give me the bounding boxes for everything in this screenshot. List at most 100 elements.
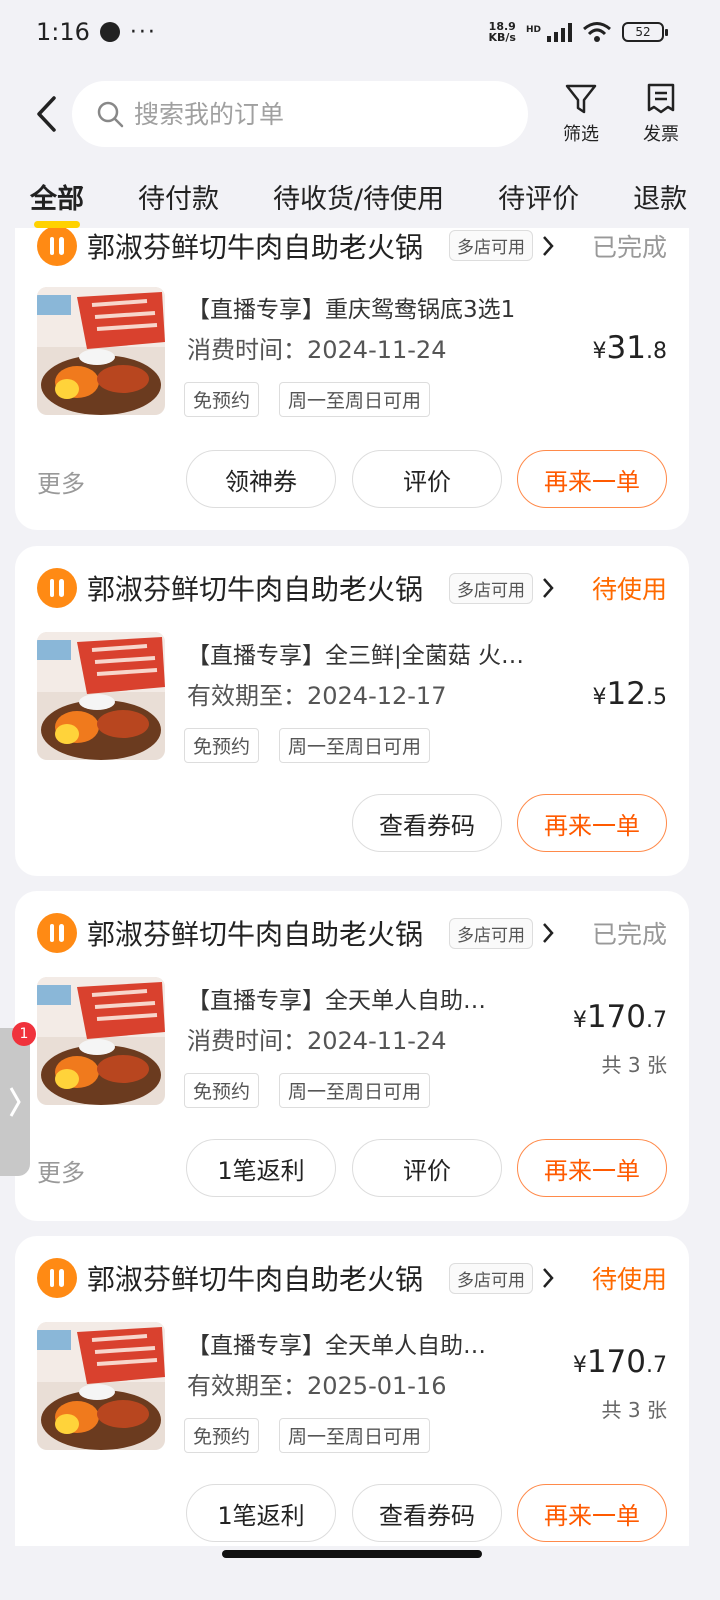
chevron-right-icon[interactable]	[541, 921, 555, 945]
header-actions: 筛选 发票	[542, 82, 696, 146]
ticket-count: 共 3 张	[601, 1053, 667, 1077]
product-meta: 有效期至：2024-12-17	[187, 682, 447, 710]
search-icon	[97, 101, 124, 128]
restaurant-icon	[37, 1258, 77, 1298]
price-symbol: ¥	[592, 339, 607, 364]
status-more-icon: ···	[129, 19, 157, 45]
tab-all[interactable]: 全部	[30, 177, 84, 228]
order-card[interactable]: 郭淑芬鲜切牛肉自助老火锅 多店可用 待使用 【直播专享】全天单人自助… 有效期至…	[15, 1236, 689, 1546]
view-code-button[interactable]: 查看券码	[352, 794, 502, 852]
order-card[interactable]: 郭淑芬鲜切牛肉自助老火锅 多店可用 已完成 【直播专享】全天单人自助… 消费时间…	[15, 891, 689, 1221]
order-status: 待使用	[591, 575, 667, 604]
product-meta: 消费时间：2024-11-24	[187, 336, 447, 364]
status-right: 18.9 KB/s HD 52	[489, 21, 668, 43]
price-dec: .7	[646, 1353, 667, 1378]
tab-pending-review[interactable]: 待评价	[498, 177, 579, 216]
tag-availability: 周一至周日可用	[279, 728, 431, 763]
home-indicator[interactable]	[222, 1550, 482, 1558]
chevron-right-icon	[9, 1087, 21, 1117]
status-left: 1:16 ···	[36, 18, 157, 46]
reorder-button[interactable]: 再来一单	[517, 1139, 667, 1197]
tab-pending-payment[interactable]: 待付款	[138, 177, 219, 216]
price-int: 170	[586, 999, 646, 1035]
order-card[interactable]: 郭淑芬鲜切牛肉自助老火锅 多店可用 待使用 【直播专享】全三鲜|全菌菇 火… 有…	[15, 546, 689, 876]
restaurant-icon	[37, 568, 77, 608]
search-box[interactable]	[72, 81, 528, 147]
multi-store-badge: 多店可用	[449, 230, 533, 261]
price-int: 170	[586, 1344, 646, 1380]
tag-no-reservation: 免预约	[184, 728, 260, 763]
multi-store-badge: 多店可用	[449, 918, 533, 949]
side-float-tab[interactable]	[0, 1028, 30, 1176]
price-dec: .8	[646, 339, 667, 364]
store-name[interactable]: 郭淑芬鲜切牛肉自助老火锅	[87, 1258, 423, 1298]
filter-label: 筛选	[563, 124, 599, 145]
tag-availability: 周一至周日可用	[279, 382, 431, 417]
filter-button[interactable]: 筛选	[546, 82, 616, 146]
rebate-button[interactable]: 1笔返利	[186, 1484, 336, 1542]
reorder-button[interactable]: 再来一单	[517, 1484, 667, 1542]
restaurant-icon	[37, 913, 77, 953]
tag-availability: 周一至周日可用	[279, 1418, 431, 1453]
price-dec: .7	[646, 1008, 667, 1033]
ticket-count: 共 3 张	[601, 1398, 667, 1422]
product-image[interactable]	[37, 977, 165, 1105]
order-status: 待使用	[591, 1265, 667, 1294]
signal-icon	[547, 22, 572, 42]
product-image[interactable]	[37, 1322, 165, 1450]
price: ¥170.7	[573, 1344, 667, 1380]
store-name[interactable]: 郭淑芬鲜切牛肉自助老火锅	[87, 568, 423, 608]
product-title[interactable]: 【直播专享】重庆鸳鸯锅底3选1	[187, 290, 587, 324]
product-title[interactable]: 【直播专享】全天单人自助…	[187, 1326, 547, 1360]
order-list[interactable]: 郭淑芬鲜切牛肉自助老火锅 多店可用 已完成 【直播专享】重庆鸳鸯锅底3选1 消费…	[0, 228, 720, 1546]
view-code-button[interactable]: 查看券码	[352, 1484, 502, 1542]
tag-no-reservation: 免预约	[184, 1073, 260, 1108]
back-button[interactable]	[28, 89, 64, 139]
tab-pending-receipt[interactable]: 待收货/待使用	[273, 177, 444, 216]
price-dec: .5	[646, 685, 667, 710]
price-symbol: ¥	[572, 1353, 587, 1378]
hd-label: HD	[525, 25, 541, 35]
battery-icon: 52	[622, 22, 668, 42]
store-name[interactable]: 郭淑芬鲜切牛肉自助老火锅	[87, 228, 423, 266]
search-input[interactable]	[134, 99, 494, 129]
chevron-right-icon[interactable]	[541, 234, 555, 258]
product-image[interactable]	[37, 632, 165, 760]
order-card[interactable]: 郭淑芬鲜切牛肉自助老火锅 多店可用 已完成 【直播专享】重庆鸳鸯锅底3选1 消费…	[15, 228, 689, 530]
header: 筛选 发票	[0, 64, 720, 164]
invoice-button[interactable]: 发票	[626, 82, 696, 146]
chevron-right-icon[interactable]	[541, 1266, 555, 1290]
price: ¥12.5	[593, 676, 667, 712]
order-status: 已完成	[591, 920, 667, 949]
order-tabs: 全部 待付款 待收货/待使用 待评价 退款	[0, 164, 720, 228]
chevron-right-icon[interactable]	[541, 576, 555, 600]
product-title[interactable]: 【直播专享】全三鲜|全菌菇 火…	[187, 636, 577, 670]
more-link[interactable]: 更多	[37, 1153, 85, 1188]
price: ¥170.7	[573, 999, 667, 1035]
tag-no-reservation: 免预约	[184, 382, 260, 417]
reorder-button[interactable]: 再来一单	[517, 794, 667, 852]
product-title[interactable]: 【直播专享】全天单人自助…	[187, 981, 547, 1015]
multi-store-badge: 多店可用	[449, 1263, 533, 1294]
price: ¥31.8	[593, 330, 667, 366]
multi-store-badge: 多店可用	[449, 573, 533, 604]
store-name[interactable]: 郭淑芬鲜切牛肉自助老火锅	[87, 913, 423, 953]
reorder-button[interactable]: 再来一单	[517, 450, 667, 508]
invoice-label: 发票	[643, 124, 679, 145]
product-image[interactable]	[37, 287, 165, 415]
price-int: 12	[606, 676, 646, 712]
tag-availability: 周一至周日可用	[279, 1073, 431, 1108]
net-speed-unit: KB/s	[488, 31, 516, 44]
status-time: 1:16	[36, 18, 90, 46]
product-meta: 消费时间：2024-11-24	[187, 1027, 447, 1055]
more-link[interactable]: 更多	[37, 464, 85, 499]
tab-refund[interactable]: 退款	[633, 177, 687, 216]
restaurant-icon	[37, 228, 77, 266]
net-speed: 18.9 KB/s	[489, 21, 516, 43]
review-button[interactable]: 评价	[352, 450, 502, 508]
get-coupon-button[interactable]: 领神券	[186, 450, 336, 508]
focus-mode-icon	[99, 22, 120, 42]
rebate-button[interactable]: 1笔返利	[186, 1139, 336, 1197]
review-button[interactable]: 评价	[352, 1139, 502, 1197]
filter-icon	[565, 84, 597, 114]
